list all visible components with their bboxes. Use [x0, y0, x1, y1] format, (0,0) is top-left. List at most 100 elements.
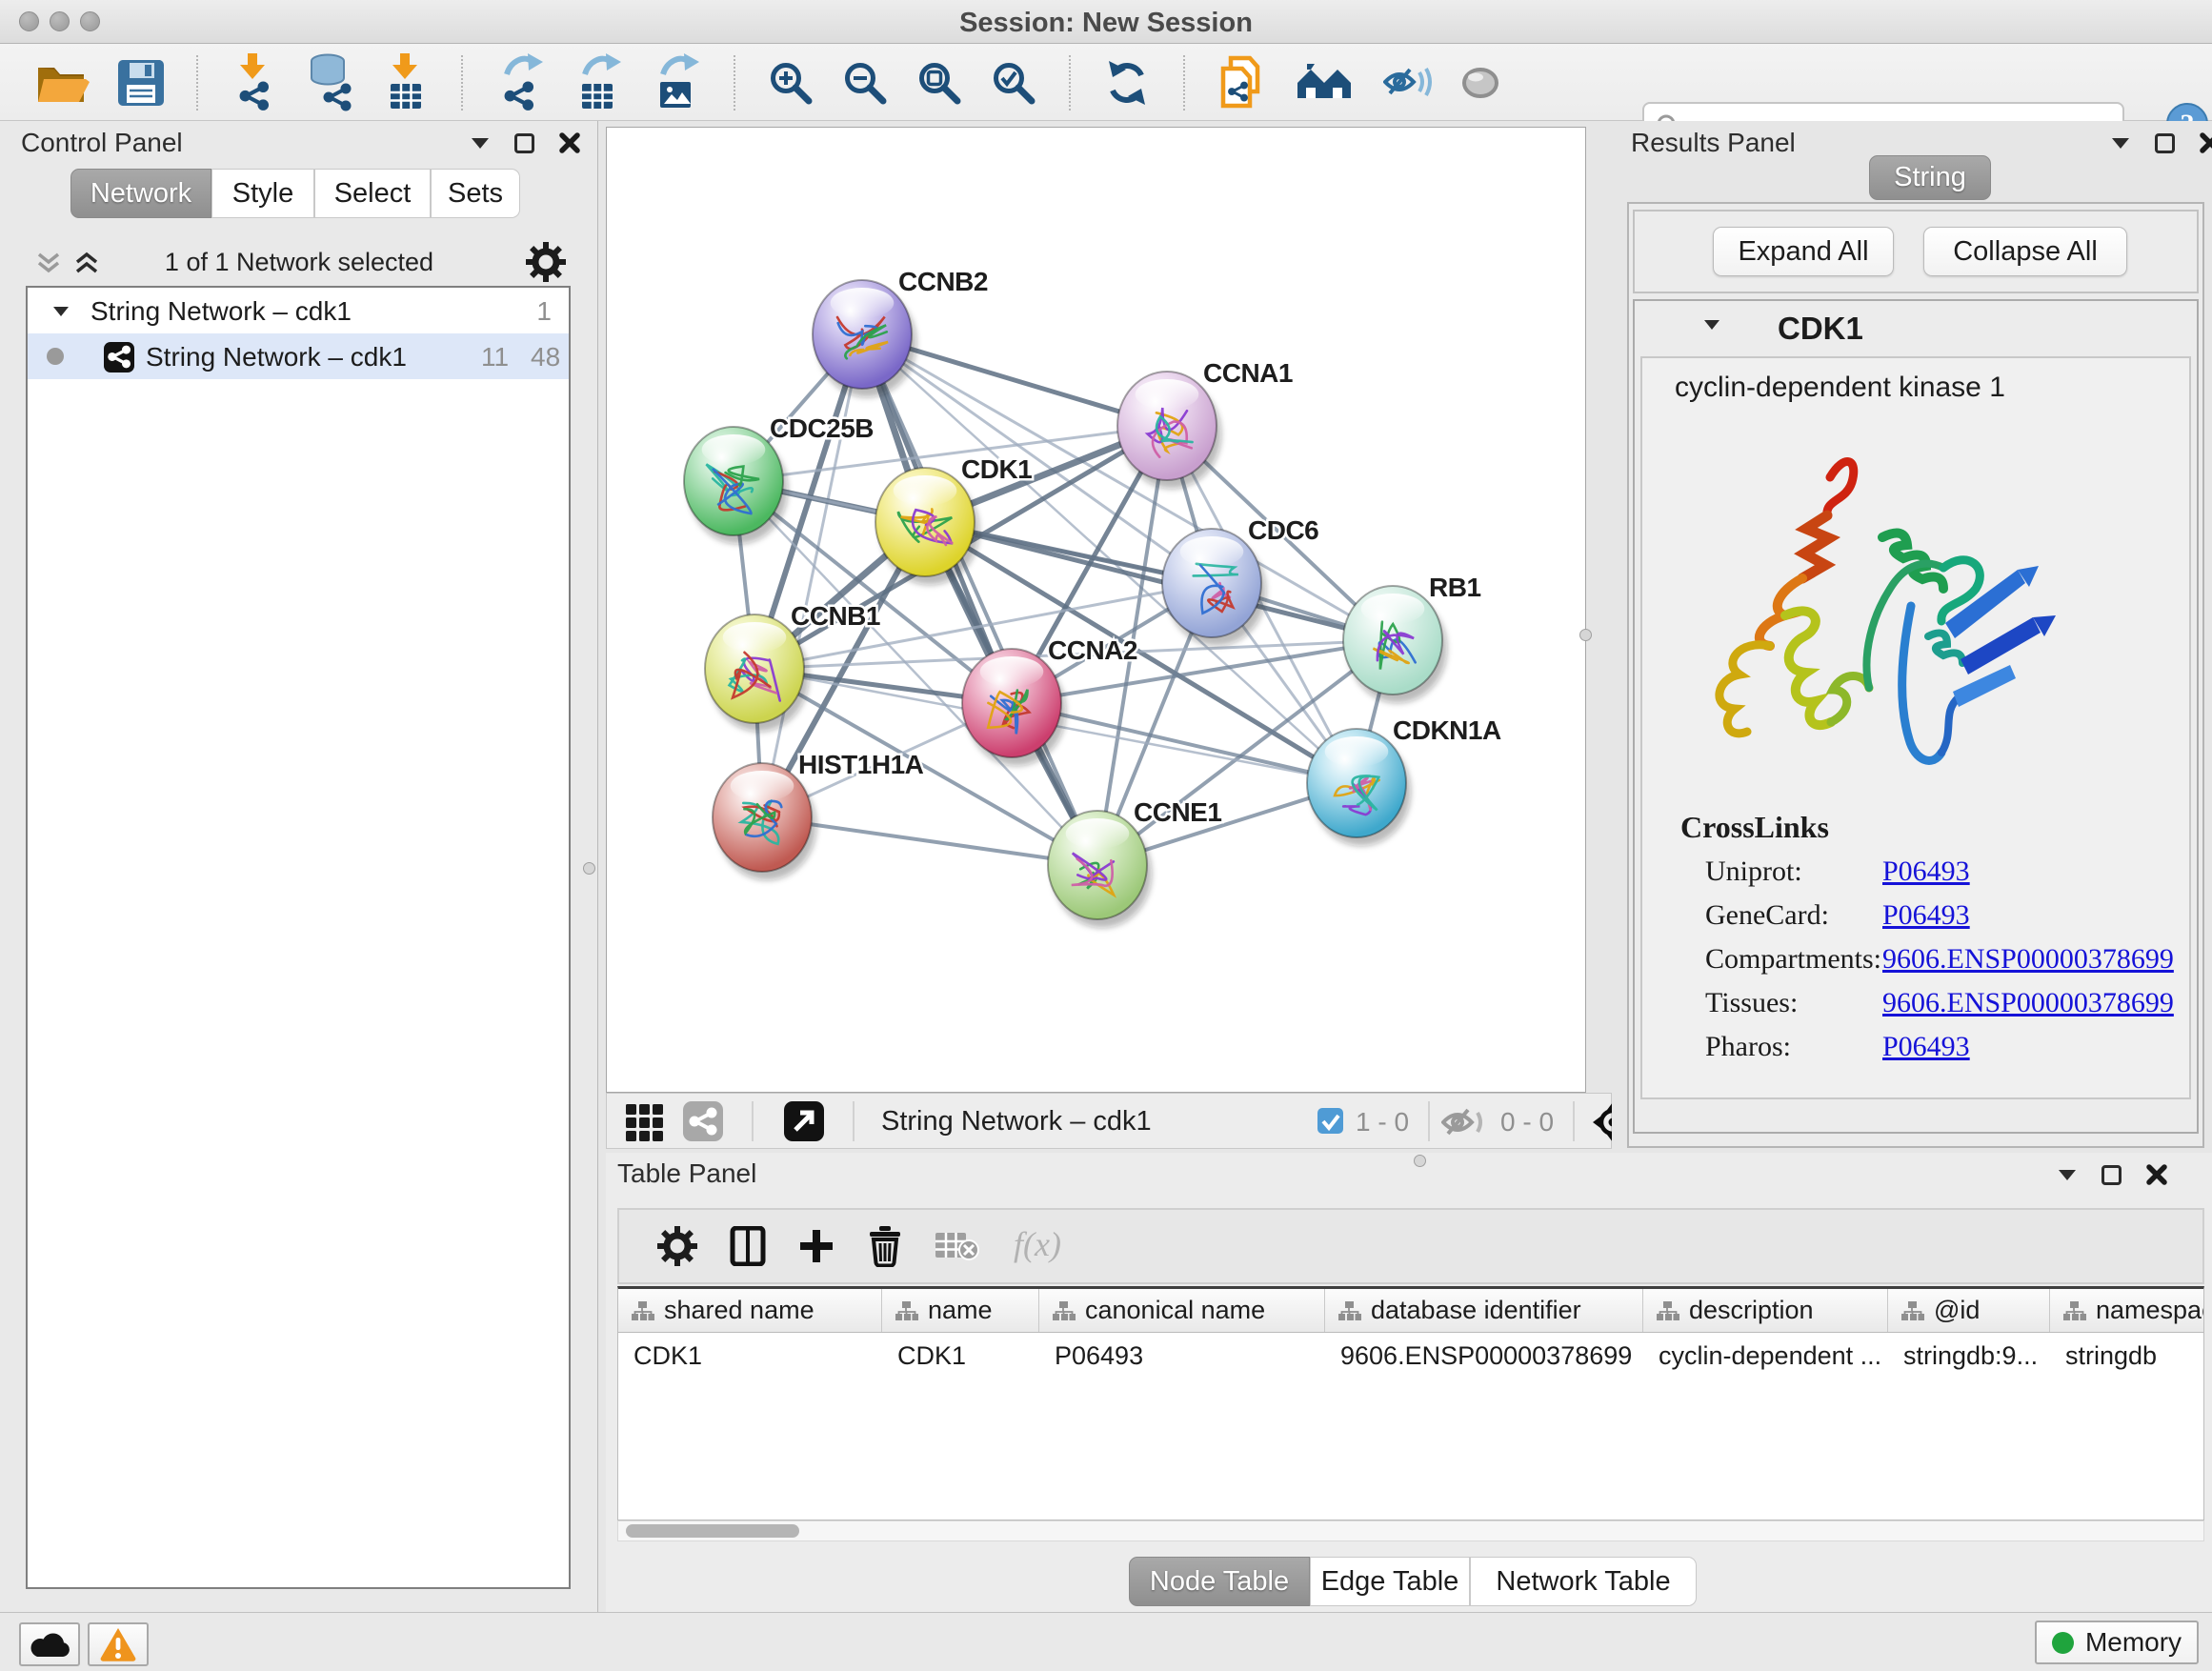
network-node-CDKN1A[interactable] — [1307, 729, 1411, 846]
fx-icon[interactable]: f(x) — [1012, 1225, 1088, 1267]
network-node-CDC6[interactable] — [1162, 529, 1266, 646]
scrollbar-thumb[interactable] — [626, 1524, 799, 1538]
crosslink-link[interactable]: 9606.ENSP00000378699 — [1882, 943, 2174, 976]
crosslink-link[interactable]: 9606.ENSP00000378699 — [1882, 987, 2174, 1019]
network-node-CCNE1[interactable] — [1048, 811, 1152, 928]
node-label-RB1: RB1 — [1429, 573, 1481, 602]
network-node-RB1[interactable] — [1343, 586, 1447, 703]
network-selection-status: 1 of 1 Network selected — [0, 248, 598, 277]
crosslink-link[interactable]: P06493 — [1882, 899, 1970, 932]
crosslink-link[interactable]: P06493 — [1882, 1031, 1970, 1063]
right-splitter-handle[interactable] — [1579, 629, 1592, 641]
attribute-tree-icon — [1901, 1301, 1924, 1320]
network-view-canvas[interactable]: CCNB2CCNA1CDC25BCDK1CDC6RB1CCNB1CCNA2CDK… — [606, 127, 1586, 1093]
network-node-HIST1H1A[interactable] — [713, 763, 816, 880]
collapse-all-button[interactable]: Collapse All — [1923, 227, 2127, 276]
tab-select[interactable]: Select — [314, 169, 431, 218]
export-image-icon[interactable] — [652, 53, 701, 112]
hidden-eye-icon[interactable] — [1441, 1106, 1491, 1138]
columns-icon[interactable] — [730, 1226, 766, 1266]
plus-icon[interactable] — [798, 1228, 835, 1264]
results-panel: Results Panel String Expand All Collapse… — [1612, 121, 2212, 1153]
warning-button[interactable] — [88, 1622, 149, 1666]
zoom-out-icon[interactable] — [842, 60, 888, 106]
network-edge[interactable] — [862, 334, 1097, 865]
memory-status-icon — [2052, 1632, 2074, 1654]
attribute-tree-icon — [632, 1301, 654, 1320]
crosslinks-title: CrossLinks — [1680, 810, 1829, 845]
results-panel-close-icon[interactable] — [2200, 132, 2212, 153]
titlebar: Session: New Session — [0, 0, 2212, 44]
export-network-icon[interactable] — [495, 53, 545, 112]
crosslink-row: GeneCard:P06493 — [1705, 894, 2182, 937]
duplicate-view-icon[interactable] — [1217, 55, 1267, 111]
node-label-CCNA2: CCNA2 — [1048, 635, 1137, 665]
network-node-CDK1[interactable] — [875, 468, 979, 585]
zoom-selected-icon[interactable] — [991, 60, 1036, 106]
column-header-description[interactable]: description — [1643, 1289, 1888, 1332]
tab-string[interactable]: String — [1869, 155, 1991, 200]
export-table-icon[interactable] — [573, 53, 623, 112]
control-panel-float-icon[interactable] — [514, 133, 534, 153]
table-horizontal-scrollbar[interactable] — [617, 1520, 2204, 1541]
import-network-file-icon[interactable] — [231, 53, 276, 112]
selected-checkbox-icon[interactable] — [1317, 1108, 1343, 1134]
share-view-icon[interactable] — [683, 1101, 723, 1141]
edge-count: 48 — [531, 342, 560, 372]
tab-style[interactable]: Style — [211, 169, 314, 218]
protein-section-header[interactable]: CDK1 — [1635, 301, 2197, 356]
tab-node-table[interactable]: Node Table — [1129, 1557, 1310, 1606]
tab-sets[interactable]: Sets — [431, 169, 520, 218]
zoom-in-icon[interactable] — [768, 60, 814, 106]
crosslink-link[interactable]: P06493 — [1882, 856, 1970, 888]
grid-view-icon[interactable] — [626, 1104, 664, 1142]
save-session-icon[interactable] — [118, 60, 164, 106]
attribute-tree-icon — [1657, 1301, 1679, 1320]
left-splitter-handle[interactable] — [583, 862, 595, 875]
results-panel-collapse-icon[interactable] — [2111, 136, 2130, 150]
network-edge[interactable] — [762, 334, 862, 817]
memory-button[interactable]: Memory — [2035, 1621, 2199, 1664]
control-panel-collapse-icon[interactable] — [471, 136, 490, 150]
column-header-database-identifier[interactable]: database identifier — [1325, 1289, 1643, 1332]
cloud-button[interactable] — [19, 1622, 80, 1666]
column-header-id[interactable]: @id — [1888, 1289, 2050, 1332]
table-panel-close-icon[interactable] — [2146, 1164, 2167, 1185]
tab-network-table[interactable]: Network Table — [1470, 1557, 1697, 1606]
network-options-gear-icon[interactable] — [526, 242, 566, 282]
import-table-file-icon[interactable] — [383, 53, 429, 112]
home-view-icon[interactable] — [1296, 62, 1355, 104]
gear-icon[interactable] — [657, 1226, 697, 1266]
tree-expand-icon[interactable] — [52, 305, 70, 317]
column-header-namespace[interactable]: namespace — [2050, 1289, 2204, 1332]
network-row[interactable]: String Network – cdk1 11 48 — [28, 333, 569, 379]
network-node-CCNA1[interactable] — [1117, 372, 1221, 489]
table-panel-float-icon[interactable] — [2101, 1165, 2122, 1185]
hide-graphics-icon[interactable] — [1383, 66, 1433, 100]
column-header-name[interactable]: name — [882, 1289, 1039, 1332]
network-collection-row[interactable]: String Network – cdk1 1 — [28, 288, 569, 333]
open-session-icon[interactable] — [34, 60, 90, 106]
table-panel-collapse-icon[interactable] — [2058, 1168, 2077, 1181]
tab-network[interactable]: Network — [70, 169, 211, 218]
birdseye-icon[interactable] — [784, 1101, 824, 1141]
eye-disabled-icon[interactable] — [1461, 67, 1503, 99]
horizontal-splitter-handle[interactable] — [1414, 1155, 1426, 1167]
import-network-database-icon[interactable] — [305, 53, 354, 112]
refresh-layout-icon[interactable] — [1103, 59, 1151, 107]
node-label-CDKN1A: CDKN1A — [1393, 715, 1501, 745]
protein-collapse-icon[interactable] — [1703, 318, 1720, 331]
network-node-CCNA2[interactable] — [962, 649, 1066, 766]
zoom-fit-icon[interactable] — [916, 60, 962, 106]
expand-all-button[interactable]: Expand All — [1713, 227, 1894, 276]
control-panel-close-icon[interactable] — [559, 132, 580, 153]
table-row[interactable]: CDK1CDK1P064939606.ENSP00000378699cyclin… — [618, 1333, 2203, 1379]
tab-edge-table[interactable]: Edge Table — [1310, 1557, 1470, 1606]
column-header-canonical-name[interactable]: canonical name — [1039, 1289, 1325, 1332]
results-panel-float-icon[interactable] — [2155, 133, 2175, 153]
network-node-CDC25B[interactable] — [684, 427, 788, 544]
column-header-shared-name[interactable]: shared name — [618, 1289, 882, 1332]
trash-icon[interactable] — [867, 1225, 903, 1267]
table-delete-icon[interactable] — [935, 1229, 979, 1263]
network-node-CCNB2[interactable] — [813, 280, 916, 397]
